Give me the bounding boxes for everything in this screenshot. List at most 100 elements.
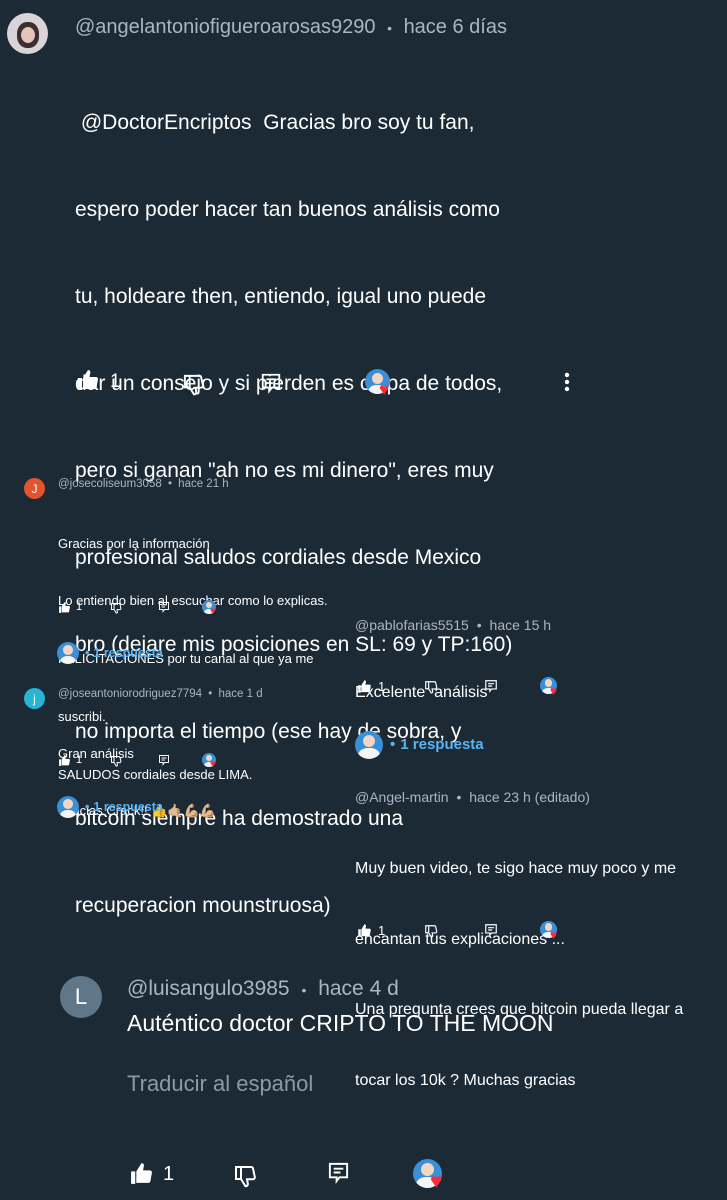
- thumb-up-icon: [131, 1163, 152, 1184]
- comment-header: @pablofarias5515 • hace 15 h: [355, 617, 551, 633]
- reply-icon: [328, 1162, 349, 1184]
- reply-button[interactable]: [158, 754, 170, 766]
- like-count: 1: [378, 679, 386, 694]
- dislike-button[interactable]: [424, 924, 438, 938]
- creator-heart-icon: ♥: [202, 753, 220, 771]
- comment-header: @josecoliseum3058 • hace 21 h: [58, 478, 229, 490]
- author-name[interactable]: @luisangulo3985: [127, 977, 290, 1000]
- translate-link[interactable]: Traducir al español: [127, 1071, 313, 1097]
- creator-heart-icon: ♥: [540, 921, 562, 943]
- replies-label: 1 respuesta: [93, 646, 163, 660]
- thumb-down-icon: [425, 925, 438, 938]
- comment-time: hace 15 h: [489, 617, 552, 633]
- reply-icon: [485, 680, 497, 693]
- comment-line: Excelente análisis: [355, 684, 488, 701]
- comment-line: espero poder hacer tan buenos análisis c…: [75, 198, 500, 221]
- view-replies-link[interactable]: • 1 respuesta: [85, 646, 163, 660]
- comment-body: Muy buen video, te sigo hace muy poco y …: [355, 810, 683, 1116]
- reply-avatar[interactable]: [57, 796, 79, 818]
- creator-heart-icon: ♥: [202, 600, 220, 618]
- creator-heart-icon: ♥: [540, 677, 562, 699]
- like-button[interactable]: [357, 679, 372, 694]
- like-count: 1: [76, 754, 83, 766]
- reply-button[interactable]: [484, 679, 498, 693]
- thumb-down-icon: [425, 681, 438, 694]
- reply-button[interactable]: [260, 372, 282, 394]
- like-button[interactable]: [129, 1161, 154, 1186]
- comment-line: encantan tus explicaciones ...: [355, 930, 565, 948]
- dislike-button[interactable]: [424, 680, 438, 694]
- more-icon[interactable]: [564, 372, 570, 392]
- comment-time: hace 23 h (editado): [469, 789, 590, 805]
- replies-label: 1 respuesta: [400, 736, 484, 753]
- thumb-up-icon: [59, 602, 70, 613]
- comment-time: hace 6 días: [403, 16, 507, 38]
- like-button[interactable]: [357, 923, 372, 938]
- thumb-down-icon: [111, 603, 122, 614]
- like-count: 1: [76, 601, 83, 613]
- separator-dot: •: [456, 789, 462, 805]
- separator-dot: •: [208, 688, 213, 700]
- comment-time: hace 21 h: [178, 478, 229, 490]
- comment-header: @angelantoniofigueroarosas9290 • hace 6 …: [75, 16, 507, 39]
- like-count: 1: [378, 923, 386, 938]
- reply-icon: [485, 924, 497, 937]
- comment-text: Auténtico doctor CRIPTO TO THE MOON: [127, 1010, 554, 1036]
- comment-header: @Angel-martin • hace 23 h (editado): [355, 789, 590, 805]
- reply-avatar[interactable]: [355, 731, 383, 759]
- comment-line: Gracias por la información: [58, 535, 210, 551]
- avatar-joseantonio[interactable]: j: [24, 688, 45, 709]
- thumb-down-icon: [111, 756, 122, 767]
- thumb-down-icon: [183, 374, 204, 396]
- thumb-up-icon: [78, 370, 99, 390]
- like-button[interactable]: [76, 368, 100, 392]
- reply-icon: [261, 373, 281, 394]
- comment-line: dar un consejo y si pierden es culpa de …: [75, 372, 503, 395]
- creator-heart-icon: ♥: [365, 369, 397, 401]
- comment-line: Lo entiendo bien al escuchar como lo exp…: [58, 593, 328, 609]
- like-button[interactable]: [58, 754, 71, 767]
- author-name[interactable]: @joseantoniorodriguez7794: [58, 688, 202, 700]
- comment-body: Gran análisis Gracias Crack!! 👍🤙🏼💪🏼💪🏼: [58, 705, 216, 840]
- thumb-up-icon: [59, 755, 70, 766]
- reply-icon: [159, 602, 169, 613]
- like-count: 1: [163, 1163, 175, 1185]
- comment-line: @DoctorEncriptos Gracias bro soy tu fan,: [75, 111, 475, 134]
- thumb-up-icon: [358, 680, 371, 693]
- replies-label: 1 respuesta: [93, 800, 163, 814]
- author-name[interactable]: @angelantoniofigueroarosas9290: [75, 16, 376, 38]
- avatar-luisangulo[interactable]: L: [60, 976, 102, 1018]
- author-name[interactable]: @josecoliseum3058: [58, 478, 162, 490]
- comment-header: @luisangulo3985 • hace 4 d: [127, 977, 399, 1001]
- dislike-button[interactable]: [233, 1164, 257, 1188]
- author-name[interactable]: @pablofarias5515: [355, 617, 469, 633]
- comment-time: hace 1 d: [218, 688, 263, 700]
- view-replies-link[interactable]: • 1 respuesta: [390, 736, 484, 753]
- avatar-angelantonio[interactable]: [7, 13, 48, 54]
- view-replies-link[interactable]: • 1 respuesta: [85, 800, 163, 814]
- creator-heart-icon: ♥: [413, 1159, 451, 1195]
- reply-avatar[interactable]: [57, 642, 79, 664]
- thumb-down-icon: [235, 1166, 256, 1188]
- reply-button[interactable]: [327, 1161, 350, 1184]
- dislike-button[interactable]: [182, 373, 205, 396]
- avatar-josecoliseum[interactable]: J: [24, 478, 45, 499]
- separator-dot: •: [476, 617, 482, 633]
- comment-line: tocar los 10k ? Muchas gracias: [355, 1071, 576, 1089]
- separator-dot: •: [301, 982, 307, 998]
- separator-dot: •: [85, 646, 90, 660]
- dislike-button[interactable]: [110, 602, 122, 614]
- comment-header: @joseantoniorodriguez7794 • hace 1 d: [58, 688, 263, 700]
- reply-button[interactable]: [484, 923, 498, 937]
- comment-time: hace 4 d: [318, 977, 399, 1000]
- thumb-up-icon: [358, 924, 371, 937]
- like-count: 1: [110, 371, 121, 392]
- comment-body: Excelente análisis: [355, 638, 488, 726]
- comment-line: Muy buen video, te sigo hace muy poco y …: [355, 860, 677, 877]
- reply-icon: [159, 755, 169, 766]
- dislike-button[interactable]: [110, 755, 122, 767]
- reply-button[interactable]: [158, 601, 170, 613]
- author-name[interactable]: @Angel-martin: [355, 789, 449, 805]
- like-button[interactable]: [58, 601, 71, 614]
- separator-dot: •: [390, 736, 396, 753]
